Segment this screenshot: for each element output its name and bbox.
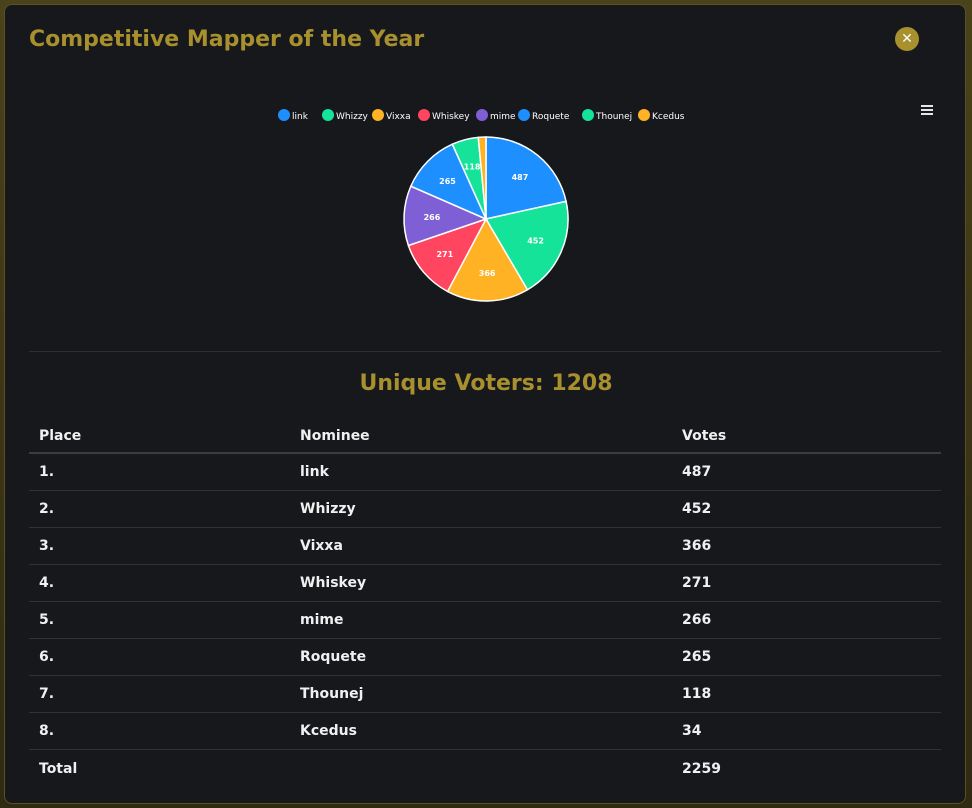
legend-marker: [278, 109, 290, 121]
legend-marker: [582, 109, 594, 121]
legend-marker: [372, 109, 384, 121]
data-label: 118: [464, 163, 481, 172]
table-header-row: Place Nominee Votes: [29, 419, 941, 454]
legend-label: Kcedus: [652, 112, 685, 122]
place-cell: 1.: [29, 453, 290, 491]
legend-label: Whiskey: [432, 112, 470, 122]
legend-marker: [322, 109, 334, 121]
nominee-cell: Roquete: [290, 638, 672, 676]
unique-voters-heading: Unique Voters: 1208: [5, 371, 965, 396]
pie-chart-svg: link Whizzy Vixxa Whiskey mime Roquete Thounej…: [278, 109, 685, 302]
header-place: Place: [29, 419, 290, 454]
total-value: 2259: [682, 761, 721, 777]
place-cell: 2.: [29, 490, 290, 528]
nominee-cell: Thounej: [290, 675, 672, 713]
legend-label: link: [292, 112, 309, 122]
table-row: 8. Kcedus 34: [29, 712, 941, 750]
legend-label: Whizzy: [336, 112, 369, 122]
results-modal: Competitive Mapper of the Year ✕ link Whi…: [4, 4, 966, 804]
unique-voters-label: Unique Voters:: [359, 371, 544, 396]
legend-item-thounej[interactable]: Thounej: [582, 109, 632, 122]
legend-marker: [476, 109, 488, 121]
data-label: 265: [439, 177, 456, 186]
legend-item-mime[interactable]: mime: [476, 109, 516, 122]
place-cell: 3.: [29, 527, 290, 565]
hamburger-menu-icon[interactable]: [921, 105, 933, 115]
legend-item-kcedus[interactable]: Kcedus: [638, 109, 685, 122]
legend-item-roquete[interactable]: Roquete: [518, 109, 570, 122]
unique-voters-value: 1208: [551, 371, 613, 396]
total-spacer: [290, 750, 672, 789]
data-label: 271: [436, 250, 453, 259]
votes-cell: 271: [672, 564, 941, 602]
votes-cell: 118: [672, 675, 941, 713]
legend-marker: [638, 109, 650, 121]
votes-cell: 366: [672, 527, 941, 565]
table-row: 1. link 487: [29, 453, 941, 491]
table-row: 3. Vixxa 366: [29, 527, 941, 565]
legend-label: Thounej: [595, 112, 632, 122]
header-nominee: Nominee: [290, 419, 672, 454]
table-row: 2. Whizzy 452: [29, 490, 941, 528]
votes-cell: 34: [672, 712, 941, 750]
nominee-cell: link: [290, 453, 672, 491]
table-row: 4. Whiskey 271: [29, 564, 941, 602]
data-label: 452: [527, 237, 544, 246]
total-label: Total: [39, 761, 78, 777]
legend-item-vixxa[interactable]: Vixxa: [372, 109, 411, 122]
legend-marker: [418, 109, 430, 121]
table-row: 6. Roquete 265: [29, 638, 941, 676]
place-cell: 6.: [29, 638, 290, 676]
legend-label: Roquete: [532, 112, 570, 122]
data-label: 266: [424, 213, 441, 222]
close-icon[interactable]: ✕: [895, 27, 919, 51]
pie-chart: link Whizzy Vixxa Whiskey mime Roquete Thounej…: [5, 95, 965, 315]
place-cell: 7.: [29, 675, 290, 713]
nominee-cell: Whizzy: [290, 490, 672, 528]
legend-label: Vixxa: [386, 112, 411, 122]
total-row: Total 2259: [29, 750, 941, 789]
votes-cell: 265: [672, 638, 941, 676]
place-cell: 8.: [29, 712, 290, 750]
legend-item-link[interactable]: link: [278, 109, 309, 122]
legend-item-whizzy[interactable]: Whizzy: [322, 109, 369, 122]
legend-label: mime: [490, 112, 516, 122]
modal-title: Competitive Mapper of the Year: [29, 27, 425, 52]
data-label: 366: [479, 269, 496, 278]
place-cell: 5.: [29, 601, 290, 639]
data-label: 487: [512, 173, 529, 182]
nominee-cell: Kcedus: [290, 712, 672, 750]
header-votes: Votes: [672, 419, 941, 454]
legend-item-whiskey[interactable]: Whiskey: [418, 109, 470, 122]
nominee-cell: Whiskey: [290, 564, 672, 602]
nominee-cell: mime: [290, 601, 672, 639]
votes-cell: 452: [672, 490, 941, 528]
table-row: 7. Thounej 118: [29, 675, 941, 713]
section-divider: [29, 351, 941, 352]
place-cell: 4.: [29, 564, 290, 602]
legend-marker: [518, 109, 530, 121]
table-row: 5. mime 266: [29, 601, 941, 639]
votes-cell: 487: [672, 453, 941, 491]
nominee-cell: Vixxa: [290, 527, 672, 565]
votes-cell: 266: [672, 601, 941, 639]
results-table: Place Nominee Votes 1. link 487 2. Whizz…: [29, 419, 941, 788]
